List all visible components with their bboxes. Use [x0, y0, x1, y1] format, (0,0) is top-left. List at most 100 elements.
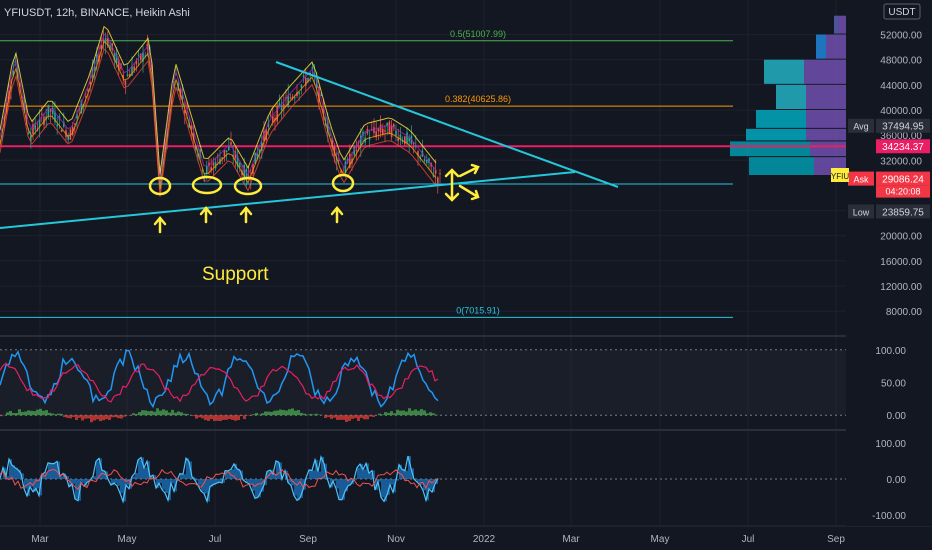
candle — [395, 130, 397, 136]
osc-histogram-bar — [291, 408, 294, 416]
x-tick-label: Sep — [299, 534, 317, 545]
candle — [382, 128, 384, 135]
candle — [379, 124, 382, 133]
osc-histogram-bar — [315, 413, 318, 416]
y-tick-label: 44000.00 — [880, 81, 922, 92]
osc-histogram-bar — [138, 412, 141, 416]
candle — [373, 127, 375, 133]
osc2-area — [159, 479, 162, 484]
symbol-header: YFIUSDT, 12h, BINANCE, Heikin Ashi — [4, 7, 190, 19]
osc2-area — [171, 479, 174, 484]
osc-histogram-bar — [417, 410, 420, 416]
osc-histogram-bar — [192, 415, 195, 417]
osc-histogram-bar — [39, 408, 42, 416]
osc-histogram-bar — [429, 412, 432, 416]
osc2-area — [309, 469, 312, 479]
osc-histogram-bar — [396, 409, 399, 416]
osc-histogram-bar — [234, 415, 237, 421]
osc-histogram-bar — [390, 411, 393, 416]
osc-histogram-bar — [27, 410, 30, 416]
osc-histogram-bar — [162, 409, 165, 416]
osc-histogram-bar — [333, 415, 336, 418]
volume-profile-bar — [806, 84, 846, 109]
osc-histogram-bar — [132, 413, 135, 416]
osc-histogram-bar — [252, 414, 255, 416]
osc-histogram-bar — [324, 415, 327, 418]
osc-histogram-bar — [93, 415, 96, 421]
osc2-area — [249, 479, 252, 484]
osc-histogram-bar — [96, 415, 99, 420]
y-tick-label: 12000.00 — [880, 282, 922, 293]
osc2-area — [117, 479, 120, 486]
fib-label: 0.382(40625.86) — [445, 94, 511, 104]
osc2-area — [135, 472, 138, 479]
badge-tag-label: Low — [853, 207, 870, 217]
osc-histogram-bar — [60, 413, 63, 416]
price-badge-value: 37494.95 — [882, 122, 924, 133]
candle — [439, 173, 441, 175]
osc-histogram-bar — [408, 408, 411, 416]
badge-tag-label: Avg — [853, 122, 868, 132]
osc-histogram-bar — [372, 415, 375, 417]
candle — [225, 150, 228, 153]
osc2-area — [24, 479, 27, 489]
y-tick-label: -100.00 — [872, 511, 906, 522]
candle — [49, 109, 52, 112]
osc-histogram-bar — [84, 415, 87, 419]
osc-histogram-bar — [327, 415, 330, 418]
osc-histogram-bar — [345, 415, 348, 422]
osc-histogram-bar — [339, 415, 342, 420]
candle — [423, 159, 426, 162]
osc-histogram-bar — [282, 410, 285, 416]
osc-histogram-bar — [309, 414, 312, 416]
volume-profile-bar — [806, 128, 846, 141]
x-tick-label: Mar — [31, 534, 49, 545]
candle — [239, 162, 241, 168]
osc-histogram-bar — [285, 410, 288, 416]
candle — [300, 84, 303, 88]
osc2-area — [363, 469, 366, 479]
chart-canvas[interactable]: 0.5(51007.99) 0.382(40625.86) 0(7015.91) S… — [0, 0, 932, 550]
osc-histogram-bar — [231, 415, 234, 420]
osc-histogram-bar — [51, 413, 54, 416]
osc-histogram-bar — [54, 414, 57, 416]
osc-histogram-bar — [144, 410, 147, 416]
osc2-area — [294, 479, 297, 496]
osc-histogram-bar — [33, 411, 36, 416]
osc-histogram-bar — [219, 415, 222, 422]
osc-histogram-bar — [105, 415, 108, 420]
osc-histogram-bar — [18, 409, 21, 416]
osc-histogram-bar — [90, 415, 93, 423]
candle — [124, 80, 127, 86]
osc-histogram-bar — [279, 409, 282, 416]
osc-histogram-bar — [432, 413, 435, 416]
candle — [390, 125, 393, 138]
osc-histogram-bar — [207, 415, 210, 421]
support-label: Support — [202, 264, 269, 285]
y-tick-label: 48000.00 — [880, 56, 922, 67]
osc-histogram-bar — [399, 410, 402, 416]
osc-histogram-bar — [210, 415, 213, 420]
osc2-area — [93, 476, 96, 479]
osc-histogram-bar — [24, 411, 27, 416]
candle — [137, 54, 140, 56]
fib-label: 0.5(51007.99) — [450, 29, 506, 39]
candle — [302, 75, 305, 78]
volume-profile-bar — [730, 141, 810, 157]
osc-histogram-bar — [147, 411, 150, 416]
osc-histogram-bar — [336, 415, 339, 420]
x-tick-label: Jul — [209, 534, 222, 545]
osc-histogram-bar — [165, 410, 168, 416]
osc2-area — [120, 479, 123, 494]
fib-label: 0(7015.91) — [456, 305, 500, 315]
volume-profile-bar — [806, 110, 846, 128]
osc-histogram-bar — [354, 415, 357, 419]
osc2-area — [369, 473, 372, 479]
osc-histogram-bar — [48, 412, 51, 416]
candle — [206, 166, 208, 174]
price-badge-value: 23859.75 — [882, 207, 924, 218]
volume-profile-bar — [764, 59, 804, 84]
symbol-tag-label: YFIU — [831, 172, 849, 181]
osc-histogram-bar — [366, 415, 369, 420]
osc-histogram-bar — [171, 409, 174, 416]
